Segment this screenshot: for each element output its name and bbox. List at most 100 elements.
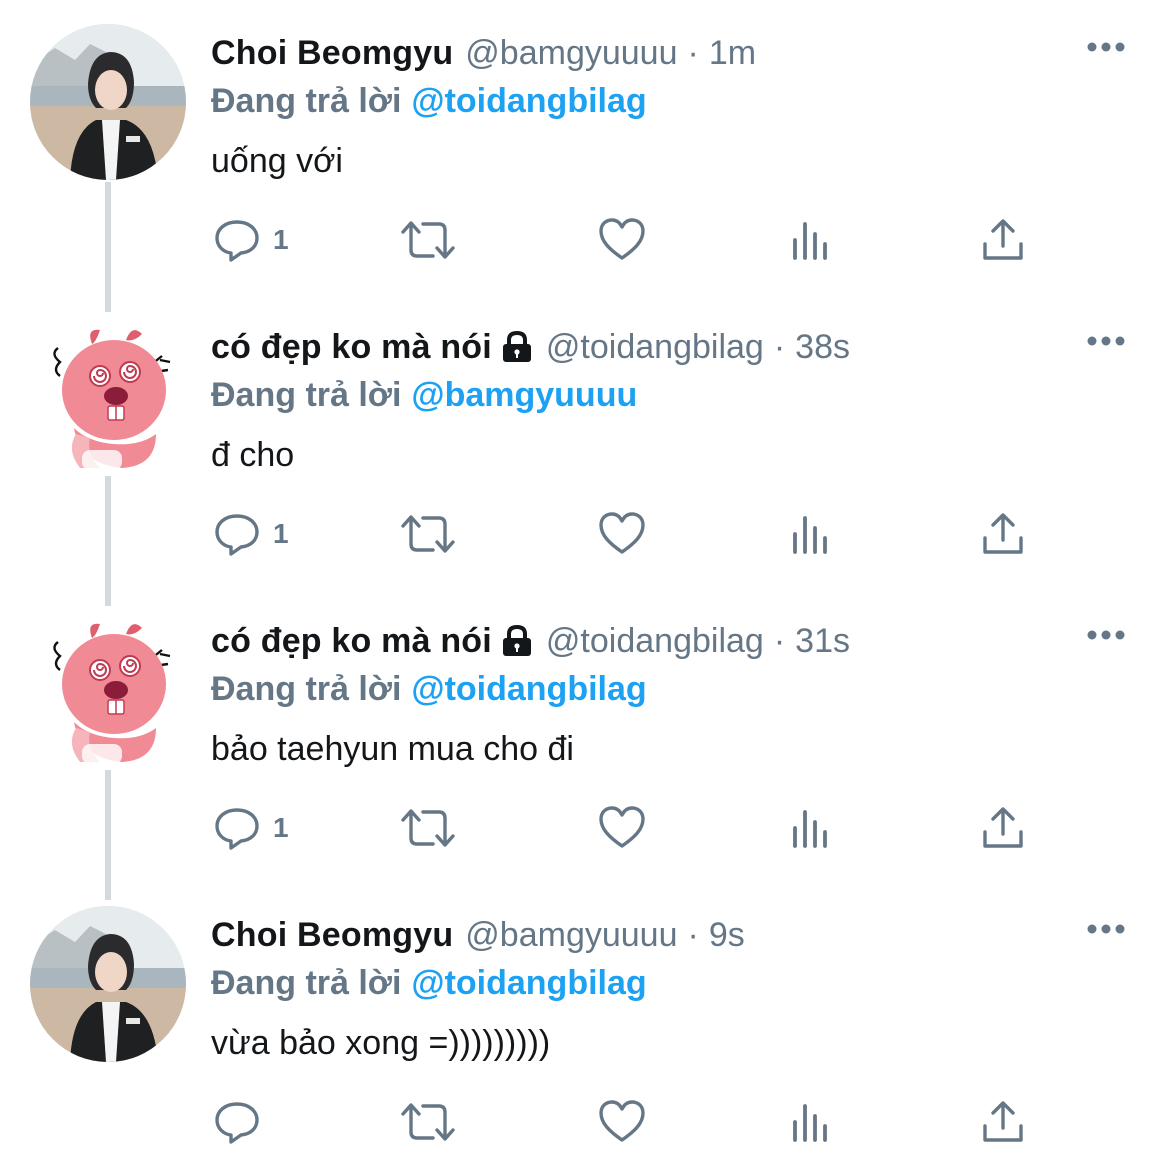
photo-avatar (30, 906, 186, 1062)
reply-icon (215, 514, 259, 556)
like-button[interactable] (597, 212, 647, 268)
retweet-icon (401, 1103, 455, 1141)
timestamp[interactable]: 9s (709, 910, 745, 960)
replying-to-label: Đang trả lời (211, 82, 402, 120)
replying-to: Đang trả lời @toidangbilag (211, 958, 647, 1008)
user-handle[interactable]: @bamgyuuuu (465, 28, 677, 78)
replying-to-mention[interactable]: @toidangbilag (411, 964, 646, 1002)
share-icon (983, 513, 1023, 554)
reply-icon (215, 220, 259, 262)
tweet[interactable]: có đẹp ko mà nói @toidangbilag · 38s Đan… (0, 294, 1170, 588)
reply-icon (215, 808, 259, 850)
separator-dot: · (773, 328, 786, 366)
share-button[interactable] (981, 506, 1025, 562)
replying-to-mention[interactable]: @toidangbilag (411, 670, 646, 708)
more-icon[interactable] (1086, 628, 1126, 642)
views-button[interactable] (791, 800, 831, 856)
heart-icon (599, 218, 645, 260)
reply-button[interactable]: 1 (213, 212, 289, 268)
more-icon[interactable] (1086, 40, 1126, 54)
more-icon[interactable] (1086, 922, 1126, 936)
tweet-actions: 1 (211, 800, 1051, 856)
avatar[interactable] (30, 24, 186, 180)
tweet-text: uống với (211, 142, 343, 180)
tweet-thread: Choi Beomgyu @bamgyuuuu · 1m Đang trả lờ… (0, 0, 1170, 1159)
display-name[interactable]: Choi Beomgyu (211, 910, 453, 960)
retweet-button[interactable] (399, 800, 457, 856)
tweet-actions: 1 (211, 506, 1051, 562)
reply-count: 1 (273, 812, 289, 843)
tweet-header: có đẹp ko mà nói @toidangbilag · 31s (211, 616, 850, 666)
retweet-button[interactable] (399, 506, 457, 562)
tweet-text: bảo taehyun mua cho đi (211, 730, 574, 768)
heart-icon (599, 512, 645, 554)
views-icon (793, 810, 827, 848)
views-icon (793, 1104, 827, 1142)
retweet-icon (401, 221, 455, 259)
display-name[interactable]: có đẹp ko mà nói (211, 322, 492, 372)
lock-icon (502, 624, 531, 656)
reply-button[interactable] (213, 1094, 273, 1150)
separator-dot: · (773, 622, 786, 660)
like-button[interactable] (597, 1094, 647, 1150)
share-icon (983, 219, 1023, 260)
user-handle[interactable]: @toidangbilag (546, 616, 764, 666)
views-icon (793, 516, 827, 554)
user-handle[interactable]: @bamgyuuuu (465, 910, 677, 960)
user-handle[interactable]: @toidangbilag (546, 322, 764, 372)
tweet-header: Choi Beomgyu @bamgyuuuu · 1m (211, 28, 756, 78)
photo-avatar (30, 24, 186, 180)
pink-beaver-avatar (30, 318, 186, 474)
separator-dot: · (687, 916, 699, 954)
tweet-text: vừa bảo xong =))))))))) (211, 1024, 551, 1062)
tweet[interactable]: Choi Beomgyu @bamgyuuuu · 1m Đang trả lờ… (0, 0, 1170, 294)
replying-to-label: Đang trả lời (211, 964, 402, 1002)
tweet-header: có đẹp ko mà nói @toidangbilag · 38s (211, 322, 850, 372)
like-button[interactable] (597, 800, 647, 856)
share-icon (983, 1101, 1023, 1142)
reply-button[interactable]: 1 (213, 800, 289, 856)
separator-dot: · (687, 34, 699, 72)
timestamp[interactable]: 38s (795, 322, 850, 372)
replying-to-label: Đang trả lời (211, 670, 402, 708)
avatar[interactable] (30, 906, 186, 1062)
tweet-actions (211, 1094, 1051, 1150)
replying-to: Đang trả lời @toidangbilag (211, 664, 647, 714)
tweet[interactable]: Choi Beomgyu @bamgyuuuu · 9s Đang trả lờ… (0, 882, 1170, 1159)
reply-count: 1 (273, 518, 289, 549)
display-name[interactable]: có đẹp ko mà nói (211, 616, 492, 666)
share-button[interactable] (981, 212, 1025, 268)
avatar[interactable] (30, 612, 186, 768)
replying-to-mention[interactable]: @bamgyuuuu (411, 376, 637, 414)
more-icon[interactable] (1086, 334, 1126, 348)
views-button[interactable] (791, 506, 831, 562)
retweet-button[interactable] (399, 212, 457, 268)
retweet-button[interactable] (399, 1094, 457, 1150)
heart-icon (599, 806, 645, 848)
reply-icon (215, 1102, 259, 1144)
views-button[interactable] (791, 1094, 831, 1150)
replying-to: Đang trả lời @bamgyuuuu (211, 370, 637, 420)
tweet-text: đ cho (211, 436, 295, 474)
share-icon (983, 807, 1023, 848)
share-button[interactable] (981, 1094, 1025, 1150)
pink-beaver-avatar (30, 612, 186, 768)
avatar[interactable] (30, 318, 186, 474)
replying-to-label: Đang trả lời (211, 376, 402, 414)
reply-button[interactable]: 1 (213, 506, 289, 562)
reply-count: 1 (273, 224, 289, 255)
heart-icon (599, 1100, 645, 1142)
retweet-icon (401, 809, 455, 847)
replying-to-mention[interactable]: @toidangbilag (411, 82, 646, 120)
replying-to: Đang trả lời @toidangbilag (211, 76, 647, 126)
retweet-icon (401, 515, 455, 553)
display-name[interactable]: Choi Beomgyu (211, 28, 453, 78)
views-button[interactable] (791, 212, 831, 268)
like-button[interactable] (597, 506, 647, 562)
tweet[interactable]: có đẹp ko mà nói @toidangbilag · 31s Đan… (0, 588, 1170, 882)
timestamp[interactable]: 1m (709, 28, 756, 78)
timestamp[interactable]: 31s (795, 616, 850, 666)
share-button[interactable] (981, 800, 1025, 856)
tweet-actions: 1 (211, 212, 1051, 268)
tweet-header: Choi Beomgyu @bamgyuuuu · 9s (211, 910, 745, 960)
